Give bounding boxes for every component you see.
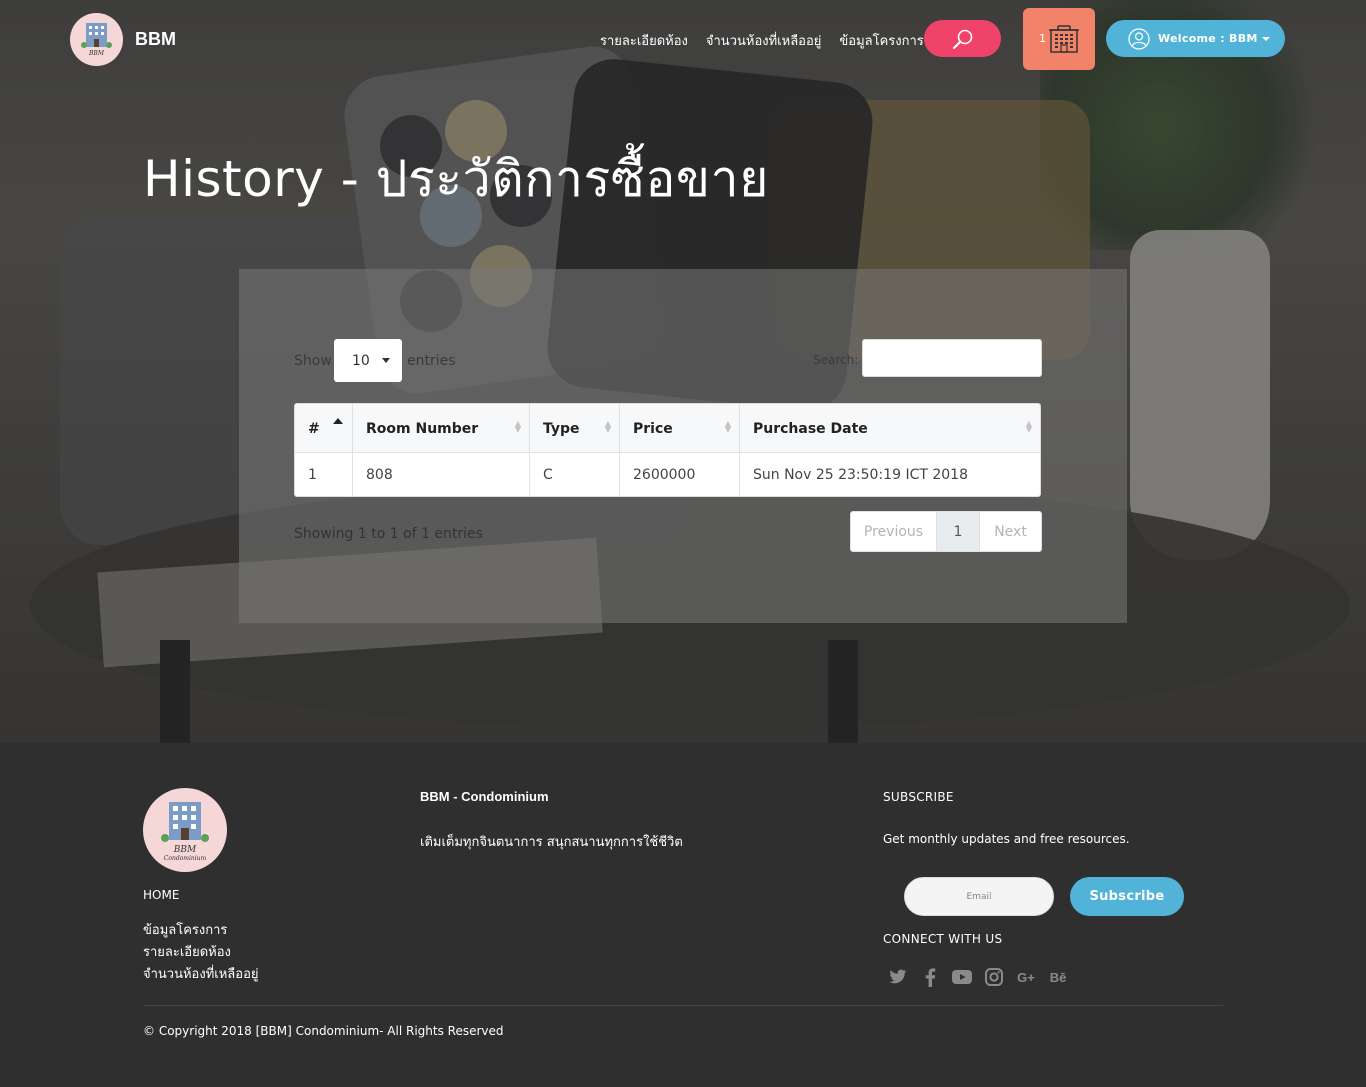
- subscribe-text: Get monthly updates and free resources.: [883, 832, 1130, 846]
- cart-count-badge: 1: [1039, 32, 1046, 45]
- sort-icon: ▲ ▼: [1025, 419, 1032, 434]
- entries-label: entries: [407, 353, 456, 369]
- sort-icon: ▲ ▼: [604, 419, 611, 434]
- next-page-button[interactable]: Next: [980, 512, 1041, 551]
- page-size-select[interactable]: 10: [334, 339, 402, 382]
- column-header-price[interactable]: Price ▲ ▼: [620, 404, 740, 452]
- building-icon: [1049, 25, 1079, 53]
- cell-type: C: [530, 453, 620, 496]
- table-header: # Room Number ▲ ▼ Type ▲ ▼ Price ▲ ▼ Purchase …: [295, 404, 1040, 453]
- youtube-icon[interactable]: [952, 967, 972, 987]
- logo[interactable]: BBM: [70, 13, 123, 66]
- nav-link-project-info[interactable]: ข้อมูลโครงการ: [839, 30, 923, 51]
- nav-links: รายละเอียดห้อง จำนวนห้องที่เหลืออยู่ ข้อ…: [600, 30, 924, 51]
- brand-name[interactable]: BBM: [135, 29, 176, 50]
- table-row: 1 808 C 2600000 Sun Nov 25 23:50:19 ICT …: [295, 453, 1040, 496]
- footer-link-project-info[interactable]: ข้อมูลโครงการ: [143, 922, 259, 940]
- cell-number: 1: [295, 453, 353, 496]
- nav-link-rooms-available[interactable]: จำนวนห้องที่เหลืออยู่: [706, 30, 822, 51]
- subscribe-button[interactable]: Subscribe: [1070, 877, 1184, 916]
- nav-link-room-details[interactable]: รายละเอียดห้อง: [600, 30, 688, 51]
- subscribe-title: SUBSCRIBE: [883, 790, 954, 804]
- sort-icon: ▲ ▼: [724, 419, 731, 434]
- twitter-icon[interactable]: [888, 967, 908, 987]
- cell-room-number: 808: [353, 453, 530, 496]
- social-links: G+ Bē: [888, 967, 1068, 987]
- connect-title: CONNECT WITH US: [883, 932, 1003, 946]
- show-label: Show: [294, 353, 332, 369]
- history-panel: Show 10 entries Search: # Room Number ▲ ▼ …: [239, 269, 1127, 623]
- footer: BBM Condominium HOME ข้อมูลโครงการ รายละ…: [0, 743, 1366, 1087]
- search-label: Search:: [813, 353, 859, 367]
- search-input[interactable]: [862, 339, 1042, 377]
- column-header-number[interactable]: #: [295, 404, 353, 452]
- email-input[interactable]: Email: [904, 877, 1054, 916]
- column-header-type[interactable]: Type ▲ ▼: [530, 404, 620, 452]
- footer-divider: [143, 1005, 1223, 1006]
- page-1-button[interactable]: 1: [937, 512, 980, 551]
- welcome-label: Welcome : BBM: [1158, 32, 1258, 45]
- google-plus-icon[interactable]: G+: [1016, 967, 1036, 987]
- footer-links: ข้อมูลโครงการ รายละเอียดห้อง จำนวนห้องที…: [143, 922, 259, 984]
- footer-logo[interactable]: BBM Condominium: [143, 788, 227, 872]
- footer-brand: BBM - Condominium: [420, 789, 549, 804]
- caret-down-icon: [381, 358, 390, 363]
- page-size-value: 10: [352, 352, 370, 369]
- navbar: BBM BBM รายละเอียดห้อง จำนวนห้องที่เหลือ…: [0, 0, 1366, 80]
- table-info: Showing 1 to 1 of 1 entries: [294, 526, 483, 542]
- sort-icon: ▲ ▼: [514, 419, 521, 434]
- chevron-down-icon: [1261, 36, 1270, 41]
- svg-text:BBM: BBM: [173, 845, 197, 855]
- pagination: Previous 1 Next: [850, 511, 1042, 552]
- behance-icon[interactable]: Bē: [1048, 967, 1068, 987]
- page-title: History - ประวัติการซื้อขาย: [143, 150, 769, 208]
- user-menu-button[interactable]: Welcome : BBM: [1106, 20, 1285, 57]
- svg-text:Condominium: Condominium: [164, 855, 207, 862]
- cell-price: 2600000: [620, 453, 740, 496]
- user-icon: [1128, 27, 1150, 50]
- history-table: # Room Number ▲ ▼ Type ▲ ▼ Price ▲ ▼ Purchase …: [294, 403, 1041, 497]
- previous-page-button[interactable]: Previous: [851, 512, 937, 551]
- footer-home-link[interactable]: HOME: [143, 888, 179, 902]
- facebook-icon[interactable]: [920, 967, 940, 987]
- cell-purchase-date: Sun Nov 25 23:50:19 ICT 2018: [753, 467, 968, 483]
- column-header-purchase-date[interactable]: Purchase Date ▲ ▼: [740, 404, 1040, 452]
- svg-text:BBM: BBM: [88, 50, 105, 57]
- footer-link-rooms-available[interactable]: จำนวนห้องที่เหลืออยู่: [143, 966, 259, 984]
- copyright: © Copyright 2018 [BBM] Condominium- All …: [143, 1024, 504, 1038]
- search-icon: [952, 29, 972, 49]
- search-button[interactable]: [924, 20, 1001, 57]
- sort-asc-icon: [333, 418, 343, 424]
- cart-button[interactable]: 1: [1023, 8, 1095, 70]
- footer-link-room-details[interactable]: รายละเอียดห้อง: [143, 944, 259, 962]
- instagram-icon[interactable]: [984, 967, 1004, 987]
- footer-tagline: เติมเต็มทุกจินตนาการ สนุกสนานทุกการใช้ชี…: [420, 835, 683, 850]
- column-header-room-number[interactable]: Room Number ▲ ▼: [353, 404, 530, 452]
